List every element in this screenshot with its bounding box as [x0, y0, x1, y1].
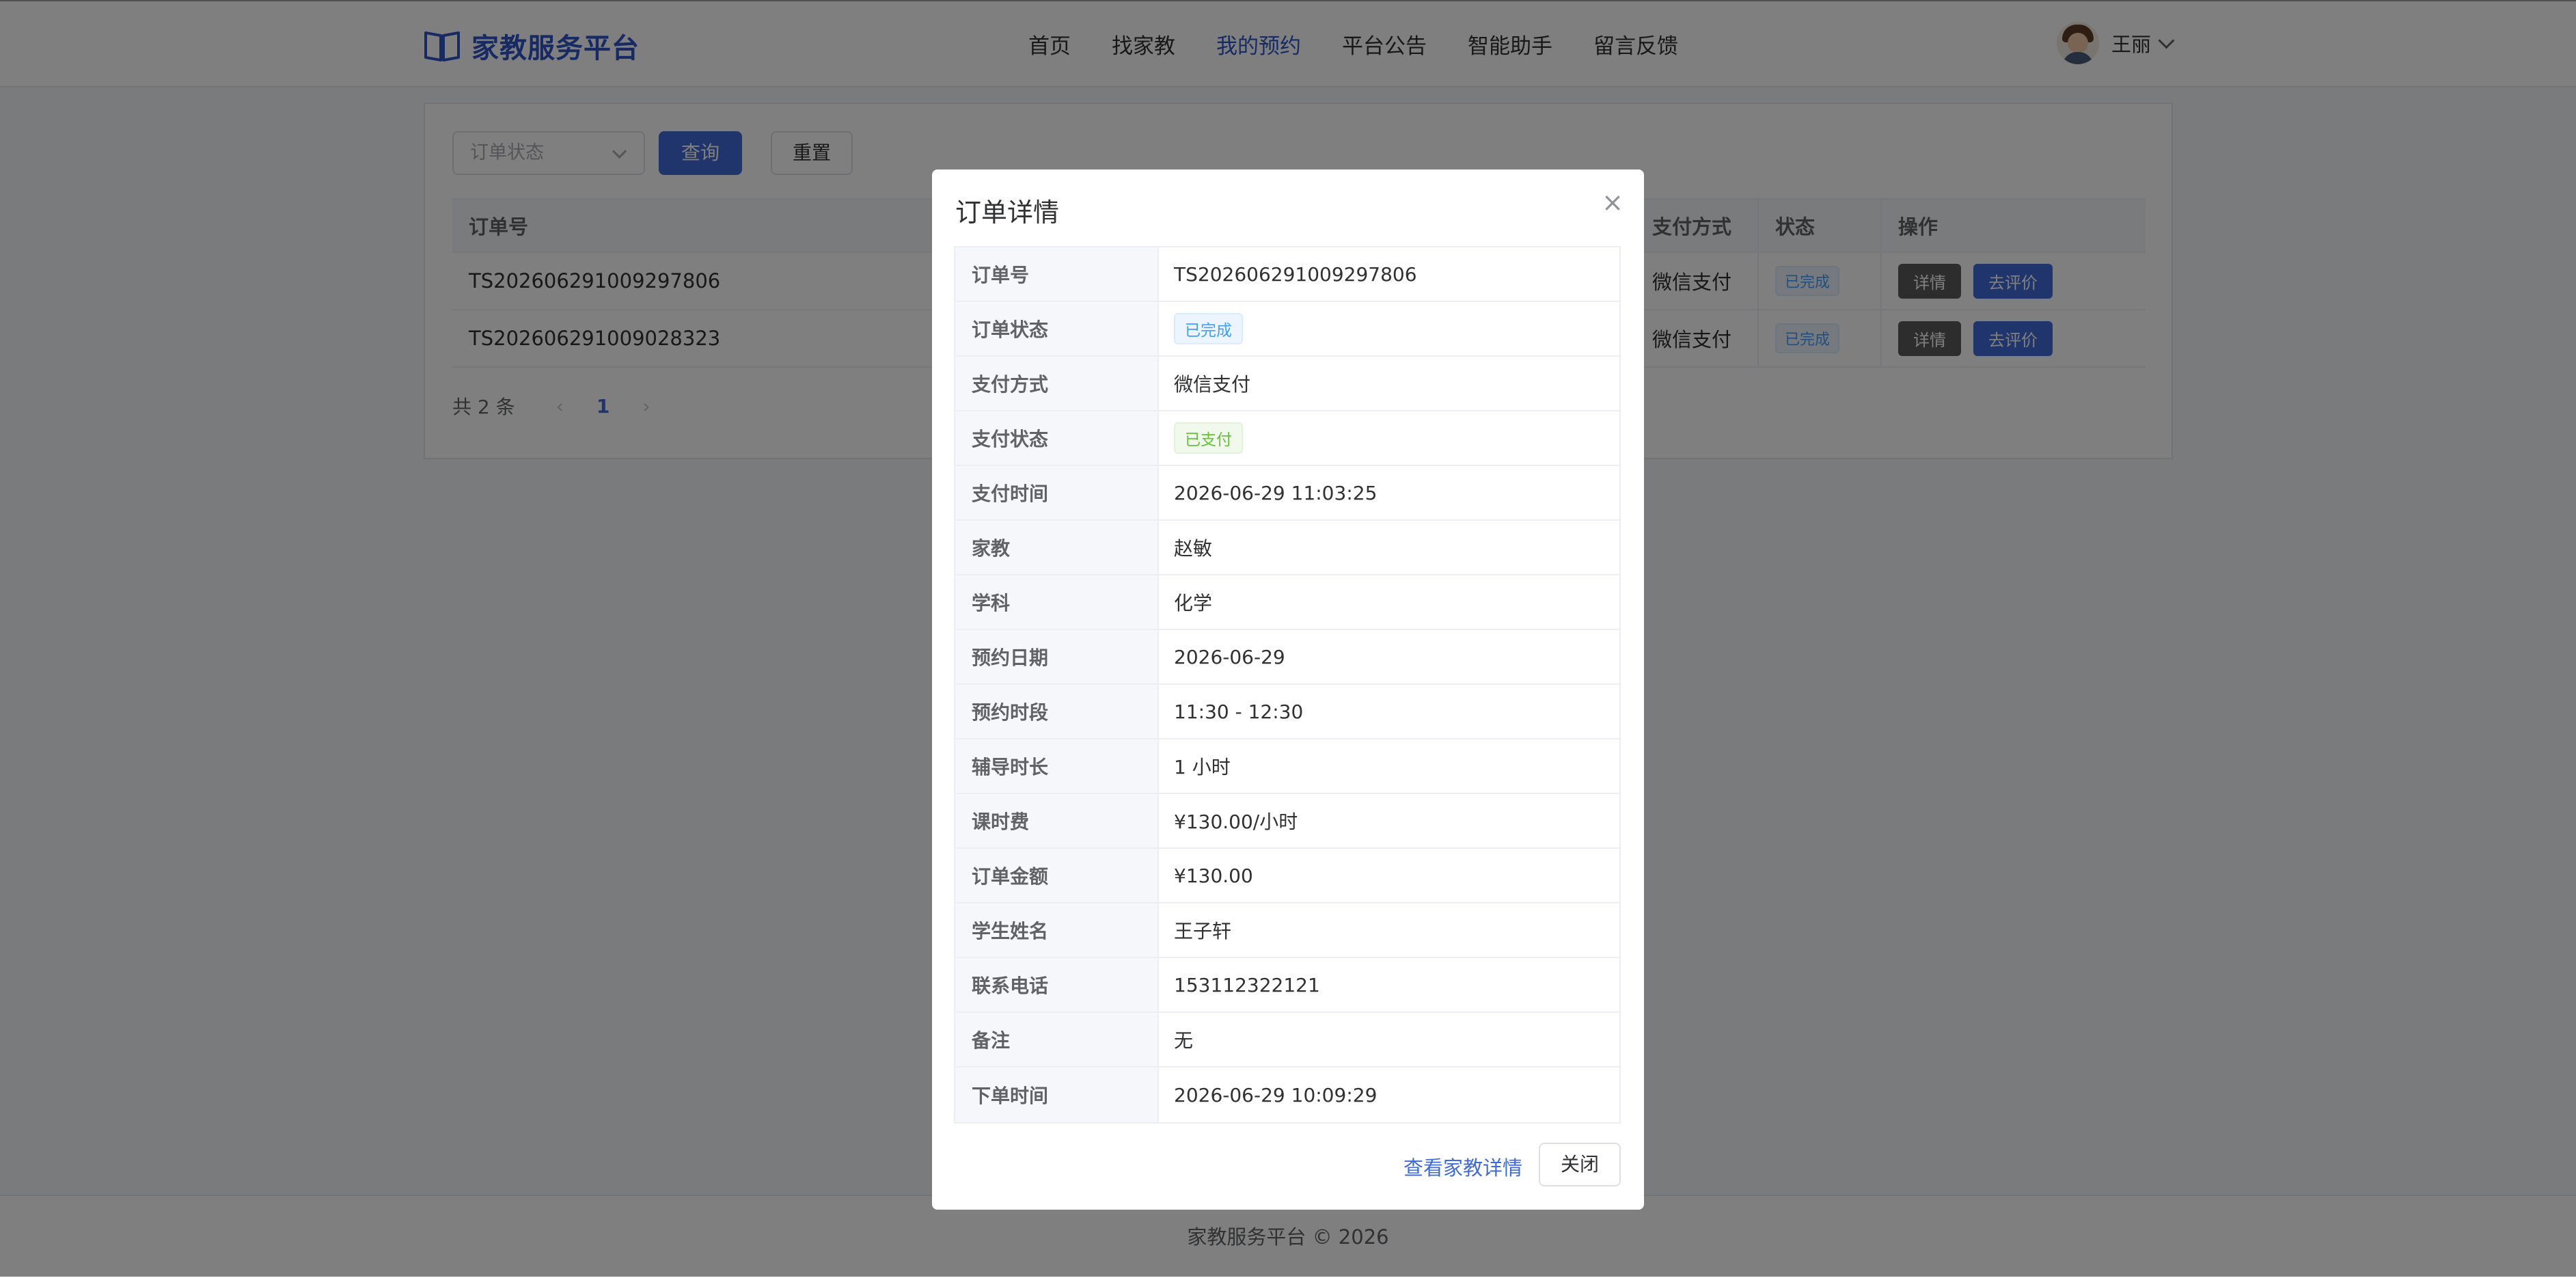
detail-value: 赵敏: [1174, 537, 1213, 560]
detail-label: 下单时间: [955, 1068, 1159, 1122]
detail-value: 2026-06-29 10:09:29: [1174, 1083, 1378, 1106]
detail-label: 联系电话: [955, 958, 1159, 1011]
detail-row-phone: 联系电话 153112322121: [955, 958, 1619, 1013]
detail-row-pay-method: 支付方式 微信支付: [955, 357, 1619, 411]
detail-row-created-time: 下单时间 2026-06-29 10:09:29: [955, 1068, 1619, 1122]
detail-label: 辅导时长: [955, 739, 1159, 793]
detail-row-pay-time: 支付时间 2026-06-29 11:03:25: [955, 466, 1619, 521]
view-tutor-detail-link[interactable]: 查看家教详情: [1403, 1152, 1522, 1181]
detail-value: 11:30 - 12:30: [1174, 700, 1304, 723]
detail-label: 预约日期: [955, 630, 1159, 683]
detail-label: 预约时段: [955, 685, 1159, 738]
detail-label: 订单号: [955, 247, 1159, 301]
detail-row-booking-date: 预约日期 2026-06-29: [955, 630, 1619, 685]
detail-label: 支付状态: [955, 411, 1159, 465]
detail-value: TS202606291009297806: [1174, 262, 1417, 286]
detail-row-order-status: 订单状态 已完成: [955, 302, 1619, 357]
detail-row-student-name: 学生姓名 王子轩: [955, 903, 1619, 958]
dialog-title: 订单详情: [955, 198, 1060, 228]
detail-label: 支付方式: [955, 357, 1159, 410]
detail-value: 化学: [1174, 592, 1213, 614]
detail-label: 备注: [955, 1013, 1159, 1066]
detail-label: 学生姓名: [955, 903, 1159, 957]
detail-value: 无: [1174, 1029, 1194, 1052]
order-status-badge: 已完成: [1174, 313, 1243, 344]
detail-row-time-slot: 预约时段 11:30 - 12:30: [955, 685, 1619, 739]
detail-value: 已支付: [1159, 411, 1619, 465]
detail-row-tutor: 家教 赵敏: [955, 521, 1619, 575]
detail-label: 支付时间: [955, 466, 1159, 519]
pay-status-badge: 已支付: [1174, 422, 1243, 454]
close-button[interactable]: 关闭: [1539, 1143, 1621, 1186]
detail-value: 153112322121: [1174, 973, 1320, 996]
detail-label: 课时费: [955, 794, 1159, 847]
detail-value: 2026-06-29: [1174, 645, 1285, 668]
detail-row-duration: 辅导时长 1 小时: [955, 739, 1619, 794]
detail-value: 1 小时: [1174, 756, 1231, 778]
detail-value: 王子轩: [1174, 920, 1232, 942]
order-detail-dialog: 订单详情 × 订单号 TS202606291009297806 订单状态 已完成…: [932, 169, 1644, 1210]
detail-row-order-no: 订单号 TS202606291009297806: [955, 247, 1619, 302]
detail-row-pay-status: 支付状态 已支付: [955, 411, 1619, 466]
detail-label: 订单状态: [955, 302, 1159, 355]
detail-row-remark: 备注 无: [955, 1013, 1619, 1068]
detail-row-subject: 学科 化学: [955, 575, 1619, 630]
detail-row-amount: 订单金额 ¥130.00: [955, 849, 1619, 903]
detail-label: 订单金额: [955, 849, 1159, 902]
order-detail-table: 订单号 TS202606291009297806 订单状态 已完成 支付方式 微…: [954, 246, 1621, 1124]
detail-value: ¥130.00/小时: [1174, 811, 1298, 833]
detail-row-hourly-fee: 课时费 ¥130.00/小时: [955, 794, 1619, 849]
detail-value: 已完成: [1159, 302, 1619, 355]
detail-value: 微信支付: [1174, 373, 1251, 396]
close-icon[interactable]: ×: [1602, 189, 1623, 216]
detail-label: 学科: [955, 575, 1159, 629]
detail-value: ¥130.00: [1174, 864, 1253, 887]
detail-value: 2026-06-29 11:03:25: [1174, 481, 1378, 504]
detail-label: 家教: [955, 521, 1159, 574]
